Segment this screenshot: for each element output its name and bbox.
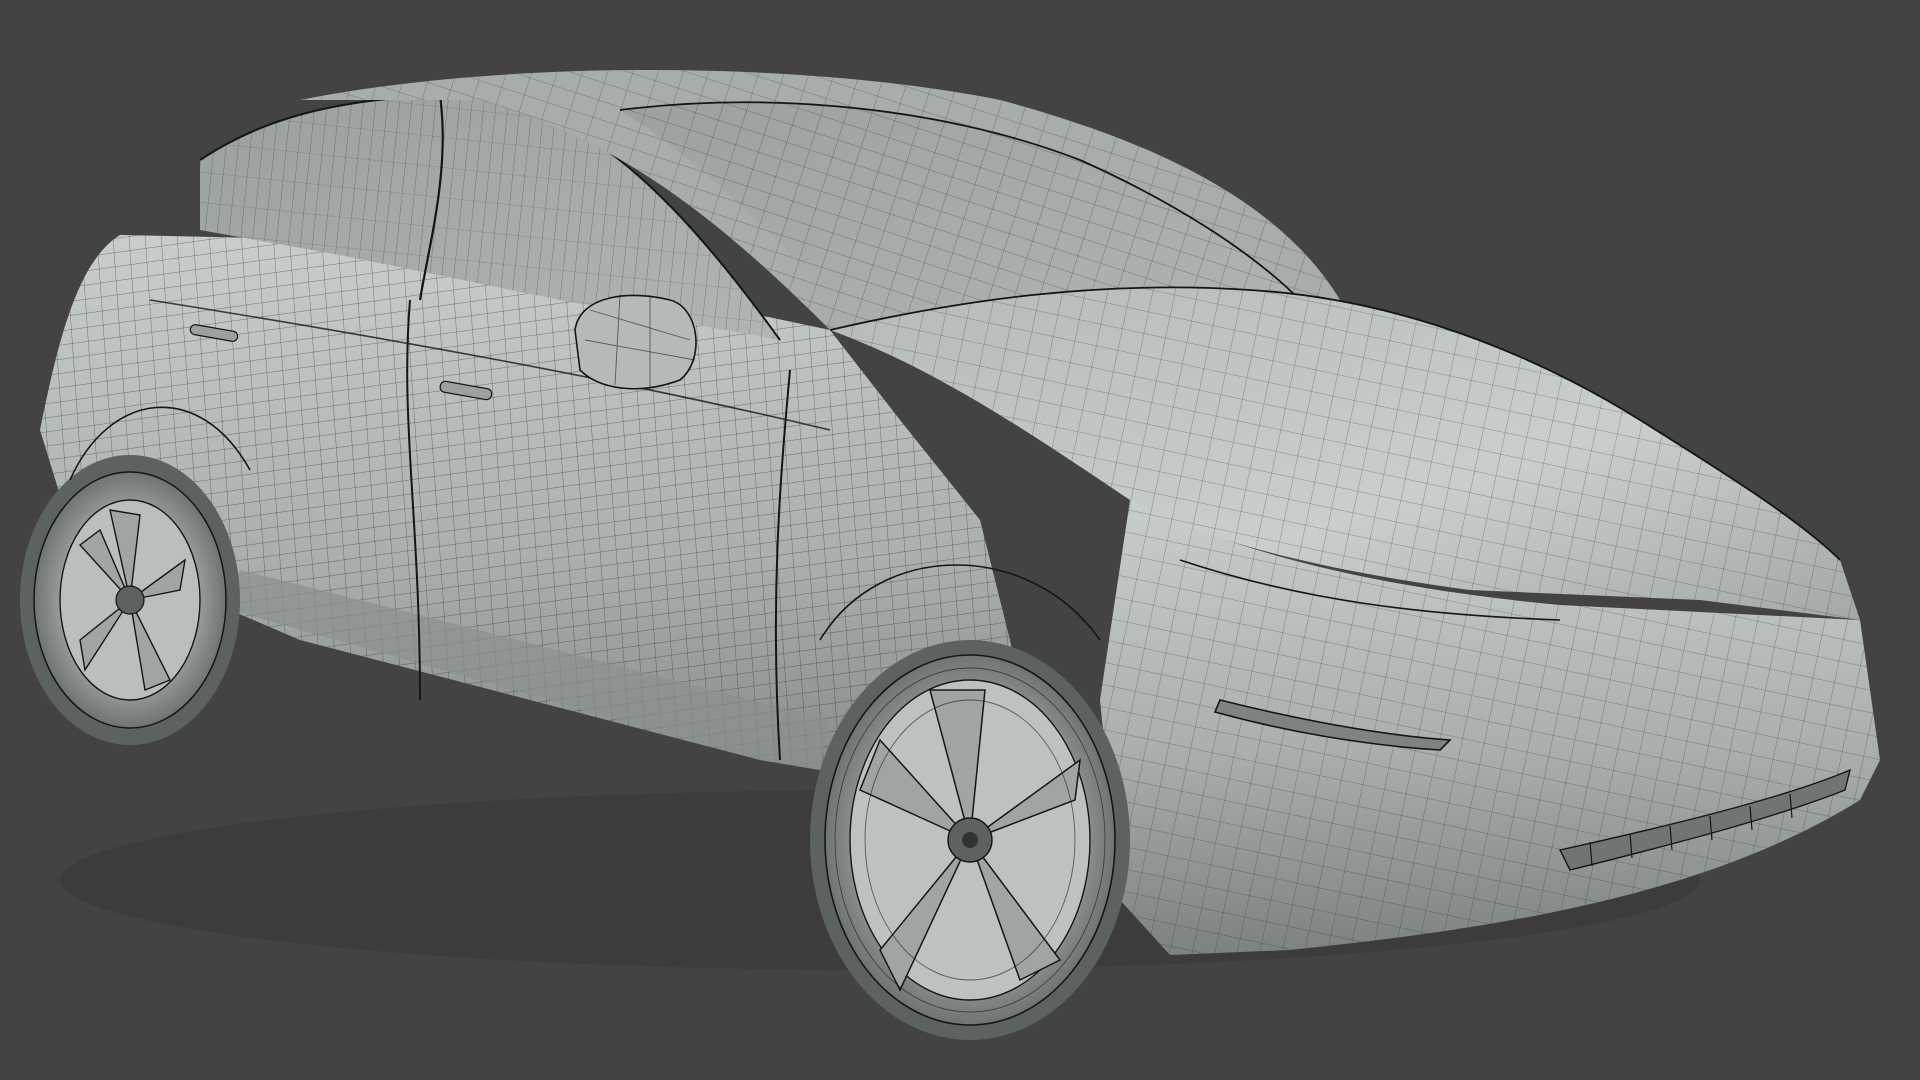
front-wheel <box>810 640 1130 1040</box>
side-mirror <box>574 294 697 390</box>
3d-viewport[interactable] <box>0 0 1920 1080</box>
car-wireframe-render <box>0 0 1920 1080</box>
rear-wheel <box>20 455 240 745</box>
